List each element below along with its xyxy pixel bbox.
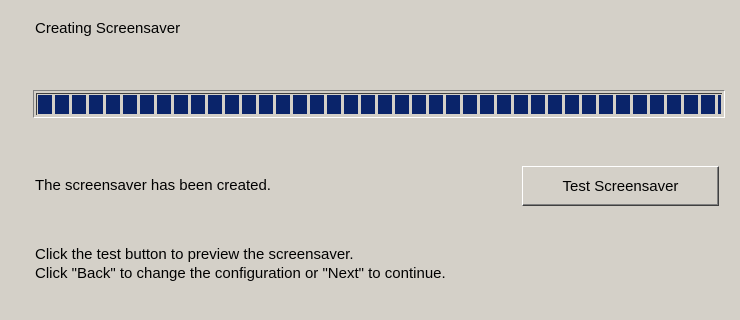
wizard-page: Creating Screensaver The screensaver has… <box>0 0 740 320</box>
page-title: Creating Screensaver <box>35 20 181 37</box>
instruction-line-test: Click the test button to preview the scr… <box>35 246 354 263</box>
status-message: The screensaver has been created. <box>35 177 271 194</box>
progress-bar-fill <box>38 95 721 114</box>
progress-bar-well <box>36 93 722 115</box>
test-screensaver-button[interactable]: Test Screensaver <box>522 166 719 206</box>
instruction-line-navigation: Click "Back" to change the configuration… <box>35 265 446 282</box>
progress-bar <box>33 90 725 118</box>
